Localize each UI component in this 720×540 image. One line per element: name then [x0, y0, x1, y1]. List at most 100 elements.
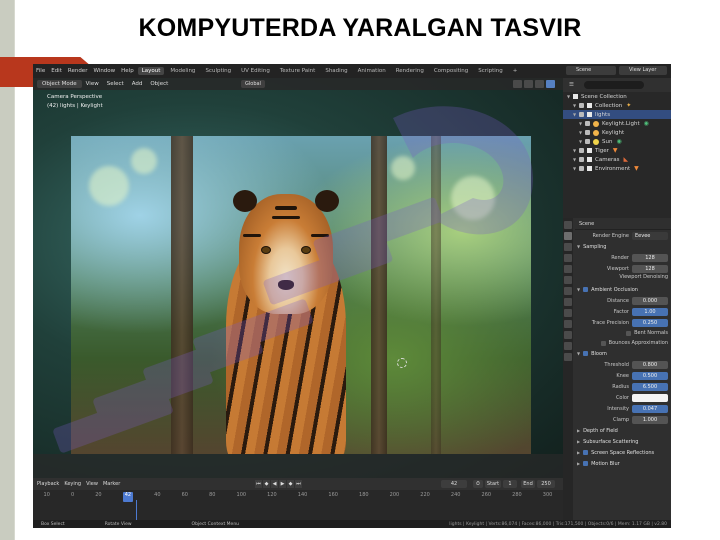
outliner-row[interactable]: ▼ Scene Collection [563, 92, 671, 101]
bloom-threshold-field[interactable]: 0.800 [632, 360, 668, 369]
outliner-filter-icon[interactable]: ☰ [569, 82, 574, 88]
transform-orientation-dropdown[interactable]: Global [241, 80, 265, 88]
bloom-color-swatch[interactable] [632, 393, 668, 402]
play-reverse-icon[interactable]: ◀ [271, 480, 278, 488]
tab-animation[interactable]: Animation [354, 67, 390, 75]
trace-precision-field[interactable]: 0.250 [632, 318, 668, 327]
ssr-section[interactable]: ▶ Screen Space Reflections [575, 447, 671, 458]
tab-texture-paint[interactable]: Texture Paint [276, 67, 320, 75]
bloom-clamp-field[interactable]: 1.000 [632, 415, 668, 424]
viewport-menu-select[interactable]: Select [103, 81, 128, 87]
motion-blur-section[interactable]: ▶ Motion Blur [575, 458, 671, 469]
viewport-menu-view[interactable]: View [82, 81, 103, 87]
viewport-denoising-checkbox[interactable]: Viewport Denoising [575, 274, 671, 284]
include-checkbox[interactable] [579, 103, 584, 108]
3d-cursor-icon[interactable] [397, 358, 407, 368]
view-layer-selector[interactable]: View Layer [619, 66, 667, 75]
end-frame-field[interactable]: 250 [537, 480, 555, 488]
scene-selector[interactable]: Scene [566, 66, 616, 75]
tab-compositing[interactable]: Compositing [430, 67, 472, 75]
menu-window[interactable]: Window [90, 68, 118, 74]
render-tab-icon[interactable] [564, 232, 572, 240]
constraints-tab-icon[interactable] [564, 331, 572, 339]
physics-tab-icon[interactable] [564, 320, 572, 328]
outliner-row[interactable]: ▼ Sun ◉ [563, 137, 671, 146]
include-checkbox[interactable] [579, 112, 584, 117]
tiger-model[interactable] [221, 190, 351, 454]
ao-distance-field[interactable]: 0.000 [632, 296, 668, 305]
timeline-menu-marker[interactable]: Marker [103, 481, 120, 487]
outliner-row[interactable]: ▼ lights [563, 110, 671, 119]
viewport-menu-add[interactable]: Add [128, 81, 147, 87]
render-engine-dropdown[interactable]: Eevee [632, 231, 668, 240]
bent-normals-checkbox[interactable]: Bent Normals [575, 328, 671, 338]
viewport-samples-field[interactable]: 128 [632, 264, 668, 273]
outliner-row[interactable]: ▼ Tiger ▼ [563, 146, 671, 155]
depth-of-field-section[interactable]: ▶ Depth of Field [575, 425, 671, 436]
current-frame-marker[interactable]: 42 [122, 492, 134, 502]
motion-blur-enable-checkbox[interactable] [583, 461, 589, 466]
tab-sculpting[interactable]: Sculpting [201, 67, 235, 75]
start-frame-field[interactable]: 1 [503, 480, 517, 488]
material-shading-icon[interactable] [535, 80, 544, 88]
outliner-row[interactable]: ▼ Environment ▼ [563, 164, 671, 173]
solid-shading-icon[interactable] [524, 80, 533, 88]
include-checkbox[interactable] [579, 166, 584, 171]
jump-end-icon[interactable]: ⏭ [295, 480, 302, 488]
bloom-radius-field[interactable]: 6.500 [632, 382, 668, 391]
bloom-knee-field[interactable]: 0.500 [632, 371, 668, 380]
timeline-menu-playback[interactable]: Playback [37, 481, 59, 487]
outliner-search-input[interactable] [583, 81, 644, 89]
subsurface-section[interactable]: ▶ Subsurface Scattering [575, 436, 671, 447]
prev-keyframe-icon[interactable]: ◆ [263, 480, 270, 488]
bounces-approx-checkbox[interactable]: Bounces Approximation [575, 338, 671, 348]
timeline-ruler[interactable]: 10 0 20 42 40 60 80 100 120 140 160 180 … [33, 492, 563, 502]
bloom-enable-checkbox[interactable] [583, 351, 589, 356]
timeline-menu-view[interactable]: View [86, 481, 98, 487]
jump-start-icon[interactable]: ⏮ [255, 480, 262, 488]
modifier-tab-icon[interactable] [564, 298, 572, 306]
preview-range-icon[interactable]: ⏱ [473, 480, 483, 488]
outliner-row[interactable]: ▼ Keylight [563, 128, 671, 137]
tab-modeling[interactable]: Modeling [166, 67, 199, 75]
next-keyframe-icon[interactable]: ◆ [287, 480, 294, 488]
tab-rendering[interactable]: Rendering [392, 67, 428, 75]
menu-help[interactable]: Help [118, 68, 137, 74]
outliner-row[interactable]: ▼ Keylight.Light ◉ [563, 119, 671, 128]
ssr-enable-checkbox[interactable] [583, 450, 589, 455]
include-checkbox[interactable] [579, 148, 584, 153]
wireframe-shading-icon[interactable] [513, 80, 522, 88]
add-workspace-button[interactable]: + [509, 67, 522, 75]
menu-file[interactable]: File [33, 68, 48, 74]
bloom-section[interactable]: ▼ Bloom [575, 348, 671, 359]
menu-render[interactable]: Render [65, 68, 91, 74]
playhead[interactable] [136, 500, 137, 520]
output-tab-icon[interactable] [564, 243, 572, 251]
material-tab-icon[interactable] [564, 353, 572, 361]
outliner-row[interactable]: ▼ Cameras ◣ [563, 155, 671, 164]
object-mode-dropdown[interactable]: Object Mode [37, 80, 82, 88]
tab-scripting[interactable]: Scripting [474, 67, 506, 75]
include-checkbox[interactable] [579, 157, 584, 162]
include-checkbox[interactable] [585, 139, 590, 144]
ambient-occlusion-section[interactable]: ▼ Ambient Occlusion [575, 284, 671, 295]
viewport-menu-object[interactable]: Object [146, 81, 172, 87]
render-samples-field[interactable]: 128 [632, 253, 668, 262]
bloom-intensity-field[interactable]: 0.047 [632, 404, 668, 413]
particles-tab-icon[interactable] [564, 309, 572, 317]
data-tab-icon[interactable] [564, 342, 572, 350]
outliner-row[interactable]: ▼ Collection ✦ [563, 101, 671, 110]
play-icon[interactable]: ▶ [279, 480, 286, 488]
3d-viewport[interactable]: Object Mode View Select Add Object Globa… [33, 78, 563, 478]
menu-edit[interactable]: Edit [48, 68, 65, 74]
ao-enable-checkbox[interactable] [583, 287, 589, 292]
include-checkbox[interactable] [585, 130, 590, 135]
sampling-section[interactable]: ▼ Sampling [575, 241, 671, 252]
ao-factor-field[interactable]: 1.00 [632, 307, 668, 316]
view-layer-tab-icon[interactable] [564, 254, 572, 262]
tool-tab-icon[interactable] [564, 221, 572, 229]
current-frame-field[interactable]: 42 [441, 480, 467, 488]
include-checkbox[interactable] [585, 121, 590, 126]
scene-tab-icon[interactable] [564, 265, 572, 273]
rendered-shading-icon[interactable] [546, 80, 555, 88]
